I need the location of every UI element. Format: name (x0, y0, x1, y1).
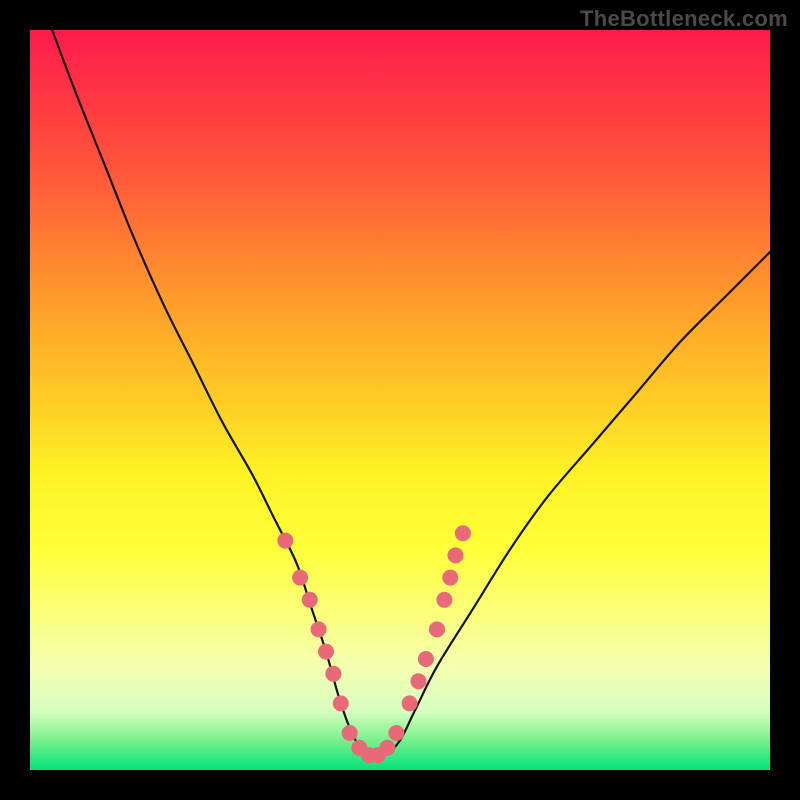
curve-marker (325, 666, 341, 682)
curve-marker (436, 592, 452, 608)
curve-marker (379, 740, 395, 756)
curve-marker (429, 621, 445, 637)
curve-marker (342, 725, 358, 741)
curve-marker (402, 695, 418, 711)
curve-markers (277, 525, 471, 763)
curve-marker (302, 592, 318, 608)
bottleneck-curve (52, 30, 770, 757)
curve-marker (277, 533, 293, 549)
curve-marker (448, 547, 464, 563)
plot-area (30, 30, 770, 770)
curve-marker (311, 621, 327, 637)
chart-frame: TheBottleneck.com (0, 0, 800, 800)
curve-marker (318, 644, 334, 660)
curve-marker (455, 525, 471, 541)
curve-marker (442, 570, 458, 586)
curve-marker (333, 695, 349, 711)
watermark-text: TheBottleneck.com (580, 6, 788, 32)
curve-marker (388, 725, 404, 741)
curve-svg (30, 30, 770, 770)
curve-marker (418, 651, 434, 667)
curve-marker (411, 673, 427, 689)
curve-marker (292, 570, 308, 586)
